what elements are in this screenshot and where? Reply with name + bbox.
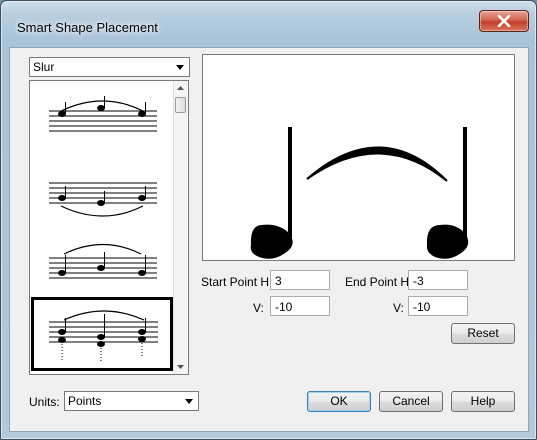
preview-end-stem (463, 127, 467, 241)
end-point-h-label: End Point H: (345, 275, 413, 289)
start-point-v-input[interactable]: -10 (270, 296, 330, 316)
scroll-up-icon[interactable] (177, 86, 184, 90)
dialog-window: Smart Shape Placement Slur Start Point H… (0, 0, 537, 440)
end-point-v-label: V: (393, 301, 404, 315)
ok-button[interactable]: OK (307, 391, 371, 412)
shape-list-item-1[interactable] (31, 83, 173, 154)
shape-list-item-3[interactable] (31, 225, 173, 296)
chevron-down-icon (176, 65, 184, 70)
units-label: Units: (29, 395, 60, 409)
preview-end-note (426, 224, 469, 259)
shape-preview[interactable] (202, 54, 515, 261)
reset-button[interactable]: Reset (451, 323, 515, 344)
preview-slur (306, 146, 448, 182)
shape-list-scrollbar[interactable] (173, 81, 188, 374)
start-point-v-label: V: (253, 301, 264, 315)
preview-start-stem (288, 127, 292, 241)
start-point-h-label: Start Point H: (201, 275, 273, 289)
close-button[interactable] (479, 10, 529, 32)
units-value: Points (68, 394, 102, 408)
shape-list-item-2[interactable] (31, 154, 173, 225)
chevron-down-icon (185, 399, 193, 404)
end-point-h-input[interactable]: -3 (408, 270, 468, 290)
help-button[interactable]: Help (451, 391, 515, 412)
start-point-h-input[interactable]: 3 (270, 270, 330, 290)
title-bar[interactable]: Smart Shape Placement (1, 1, 536, 47)
shape-list[interactable] (29, 80, 189, 375)
preview-start-note (250, 224, 293, 259)
dialog-content: Slur Start Point H: 3 End Point H: -3 V:… (9, 47, 529, 432)
window-title: Smart Shape Placement (17, 20, 158, 35)
scrollbar-thumb[interactable] (175, 97, 186, 113)
end-point-v-input[interactable]: -10 (408, 296, 468, 316)
shape-list-item-4-selected[interactable] (31, 297, 173, 371)
shape-type-select[interactable]: Slur (29, 57, 190, 77)
shape-type-value: Slur (33, 60, 55, 74)
cancel-button[interactable]: Cancel (379, 391, 443, 412)
scroll-down-icon[interactable] (177, 365, 184, 369)
units-select[interactable]: Points (64, 391, 199, 411)
close-icon (497, 15, 511, 27)
